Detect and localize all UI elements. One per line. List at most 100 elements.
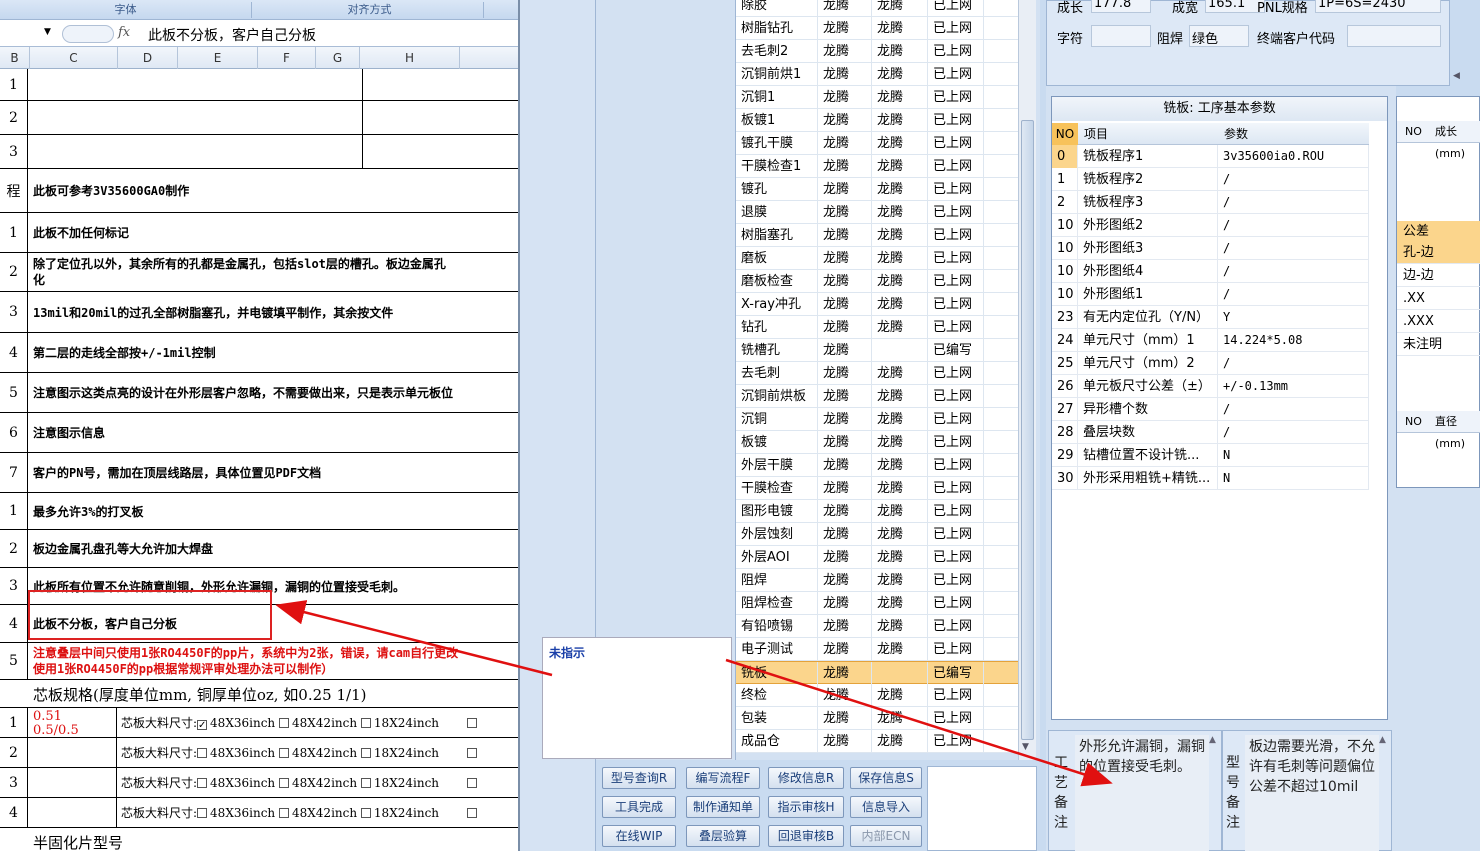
process-row[interactable]: 沉铜前烘1 龙腾 龙腾 已上网	[736, 63, 1018, 86]
craft-note-text[interactable]: 外形允许漏铜，漏铜的位置接受毛刺。	[1075, 735, 1209, 851]
scroll-down-icon[interactable]: ▼	[1022, 742, 1029, 752]
column-header[interactable]: H	[360, 47, 460, 69]
process-row[interactable]: 外层AOI 龙腾 龙腾 已上网	[736, 546, 1018, 569]
mill-param-row[interactable]: 26 单元板尺寸公差（±） +/-0.13mm	[1052, 375, 1369, 398]
sheet-row[interactable]: 4 第二层的走线全部按+/-1mil控制	[0, 333, 518, 373]
sheet-row[interactable]: 2 除了定位孔以外，其余所有的孔都是金属孔，包括slot层的槽孔。板边金属孔化	[0, 253, 518, 292]
process-row[interactable]: 去毛刺2 龙腾 龙腾 已上网	[736, 40, 1018, 63]
scroll-left-icon[interactable]: ◀	[1453, 71, 1473, 85]
sheet-row[interactable]: 程此板可参考3V35600GA0制作	[0, 169, 518, 213]
action-button[interactable]: 工具完成	[602, 796, 676, 818]
core-thickness[interactable]: 0.51 0.5/0.5	[33, 710, 79, 738]
sheet-row[interactable]: 7 客户的PN号，需加在顶层线路层，具体位置见PDF文档	[0, 453, 518, 493]
sheet-row[interactable]: 1 最多允许3%的打叉板	[0, 493, 518, 530]
column-header[interactable]: E	[178, 47, 258, 69]
checkbox-48x42[interactable]	[278, 748, 289, 758]
mill-param-row[interactable]: 0 铣板程序1 3v35600ia0.ROU	[1052, 145, 1369, 168]
action-button[interactable]: 型号查询R	[602, 767, 676, 789]
mill-param-row[interactable]: 25 单元尺寸（mm）2/	[1052, 352, 1369, 375]
core-row[interactable]: 1 0.51 0.5/0.5 芯板大料尺寸:✓ 48X36inch 48X42inch …	[0, 708, 518, 738]
process-row[interactable]: 板镀1 龙腾 龙腾 已上网	[736, 109, 1018, 132]
mask-value[interactable]: 绿色	[1189, 25, 1249, 47]
process-row[interactable]: 干膜检查 龙腾 龙腾 已上网	[736, 477, 1018, 500]
checkbox-extra[interactable]	[466, 808, 477, 818]
scroll-thumb[interactable]	[1021, 120, 1034, 740]
process-row[interactable]: 图形电镀 龙腾 龙腾 已上网	[736, 500, 1018, 523]
checkbox-48x42[interactable]	[278, 718, 289, 728]
formula-input[interactable]: 此板不分板，客户自己分板	[148, 25, 316, 45]
mill-param-row[interactable]: 10 外形图纸3/	[1052, 237, 1369, 260]
process-row[interactable]: 钻孔 龙腾 龙腾 已上网	[736, 316, 1018, 339]
process-row[interactable]: 磨板 龙腾 龙腾 已上网	[736, 247, 1018, 270]
process-row[interactable]: 阻焊检查 龙腾 龙腾 已上网	[736, 592, 1018, 615]
core-row[interactable]: 3 芯板大料尺寸: 48X36inch 48X42inch 18X24inch	[0, 768, 518, 798]
process-row[interactable]: 铣板 龙腾 已编写	[736, 661, 1018, 685]
process-row[interactable]: 树脂塞孔 龙腾 龙腾 已上网	[736, 224, 1018, 247]
cell-text[interactable]: 注意图示信息	[33, 413, 105, 452]
scroll-up-icon[interactable]: ▲	[1379, 735, 1386, 745]
checkbox-48x42[interactable]	[278, 778, 289, 788]
process-row[interactable]: 磨板检查 龙腾 龙腾 已上网	[736, 270, 1018, 293]
process-row[interactable]: 镀孔干膜 龙腾 龙腾 已上网	[736, 132, 1018, 155]
tolerance-item[interactable]: .XXX	[1397, 311, 1480, 333]
process-row[interactable]: 除胶 龙腾 龙腾 已上网	[736, 0, 1018, 17]
process-scrollbar[interactable]: ▼	[1018, 0, 1036, 760]
checkbox-18x24[interactable]	[360, 808, 371, 818]
column-header[interactable]: G	[316, 47, 360, 69]
action-button[interactable]: 回退审核B	[768, 825, 844, 847]
cell-text[interactable]: 注意图示这类点亮的设计在外形层客户忽略，不需要做出来，只是表示单元板位	[33, 373, 453, 412]
cell-text[interactable]: 除了定位孔以外，其余所有的孔都是金属孔，包括slot层的槽孔。板边金属孔化	[33, 253, 446, 291]
cell-text[interactable]: 第二层的走线全部按+/-1mil控制	[33, 333, 216, 372]
action-button[interactable]: 叠层验算	[686, 825, 760, 847]
tolerance-item[interactable]: 孔-边	[1397, 242, 1480, 264]
action-button[interactable]: 在线WIP	[602, 825, 676, 847]
char-value[interactable]	[1091, 25, 1151, 47]
process-row[interactable]: 铣槽孔 龙腾 已编写	[736, 339, 1018, 362]
process-row[interactable]: X-ray冲孔 龙腾 龙腾 已上网	[736, 293, 1018, 316]
formula-controls[interactable]	[62, 25, 114, 43]
tolerance-item[interactable]: 边-边	[1397, 265, 1480, 287]
sheet-row[interactable]: 3	[0, 135, 518, 169]
mill-param-row[interactable]: 29 钻槽位置不设计铣... N	[1052, 444, 1369, 467]
sheet-row[interactable]: 2 板边金属孔盘孔等大允许加大焊盘	[0, 530, 518, 568]
checkbox-18x24[interactable]	[360, 778, 371, 788]
process-row[interactable]: 成品仓 龙腾 龙腾 已上网	[736, 730, 1018, 753]
sheet-row[interactable]: 3 13mil和20mil的过孔全部树脂塞孔，并电镀填平制作，其余按文件	[0, 292, 518, 333]
action-button[interactable]: 修改信息R	[768, 767, 844, 789]
tolerance-item[interactable]: 未注明	[1397, 334, 1480, 356]
ribbon-group-font[interactable]: 字体	[0, 2, 252, 18]
checkbox-48x42[interactable]	[278, 808, 289, 818]
mill-param-row[interactable]: 1 铣板程序2/	[1052, 168, 1369, 191]
process-row[interactable]: 外层干膜 龙腾 龙腾 已上网	[736, 454, 1018, 477]
sheet-row[interactable]: 5 注意图示这类点亮的设计在外形层客户忽略，不需要做出来，只是表示单元板位	[0, 373, 518, 413]
action-button[interactable]: 信息导入	[850, 796, 922, 818]
process-row[interactable]: 去毛刺 龙腾 龙腾 已上网	[736, 362, 1018, 385]
process-row[interactable]: 沉铜 龙腾 龙腾 已上网	[736, 408, 1018, 431]
core-row[interactable]: 4 芯板大料尺寸: 48X36inch 48X42inch 18X24inch	[0, 798, 518, 828]
action-button[interactable]: 内部ECN	[850, 825, 922, 847]
action-button[interactable]: 保存信息S	[850, 767, 922, 789]
process-row[interactable]: 退膜 龙腾 龙腾 已上网	[736, 201, 1018, 224]
checkbox-extra[interactable]	[466, 748, 477, 758]
mill-param-row[interactable]: 30 外形采用粗铣+精铣... N	[1052, 467, 1369, 490]
sheet-row[interactable]: 2	[0, 101, 518, 135]
width-value[interactable]: 165.1	[1205, 0, 1265, 13]
process-row[interactable]: 沉铜前烘板 龙腾 龙腾 已上网	[736, 385, 1018, 408]
cell-text[interactable]: 13mil和20mil的过孔全部树脂塞孔，并电镀填平制作，其余按文件	[33, 292, 393, 332]
column-header[interactable]: B	[0, 47, 30, 69]
mill-param-row[interactable]: 10 外形图纸2/	[1052, 214, 1369, 237]
customer-code-value[interactable]	[1347, 25, 1441, 47]
process-row[interactable]: 树脂钻孔 龙腾 龙腾 已上网	[736, 17, 1018, 40]
mill-param-row[interactable]: 10 外形图纸1/	[1052, 283, 1369, 306]
tolerance-item[interactable]: 公差	[1397, 221, 1480, 243]
name-box-dropdown-icon[interactable]: ▼	[44, 27, 51, 37]
mill-param-row[interactable]: 2 铣板程序3/	[1052, 191, 1369, 214]
core-row[interactable]: 2 芯板大料尺寸: 48X36inch 48X42inch 18X24inch	[0, 738, 518, 768]
length-value[interactable]: 177.8	[1091, 0, 1151, 13]
cell-text[interactable]: 此板可参考3V35600GA0制作	[33, 169, 189, 212]
process-row[interactable]: 板镀 龙腾 龙腾 已上网	[736, 431, 1018, 454]
cell-text[interactable]: 最多允许3%的打叉板	[33, 493, 143, 529]
fx-icon[interactable]: fx	[118, 25, 130, 40]
sheet-row[interactable]: 1	[0, 69, 518, 101]
checkbox-18x24[interactable]	[360, 718, 371, 728]
